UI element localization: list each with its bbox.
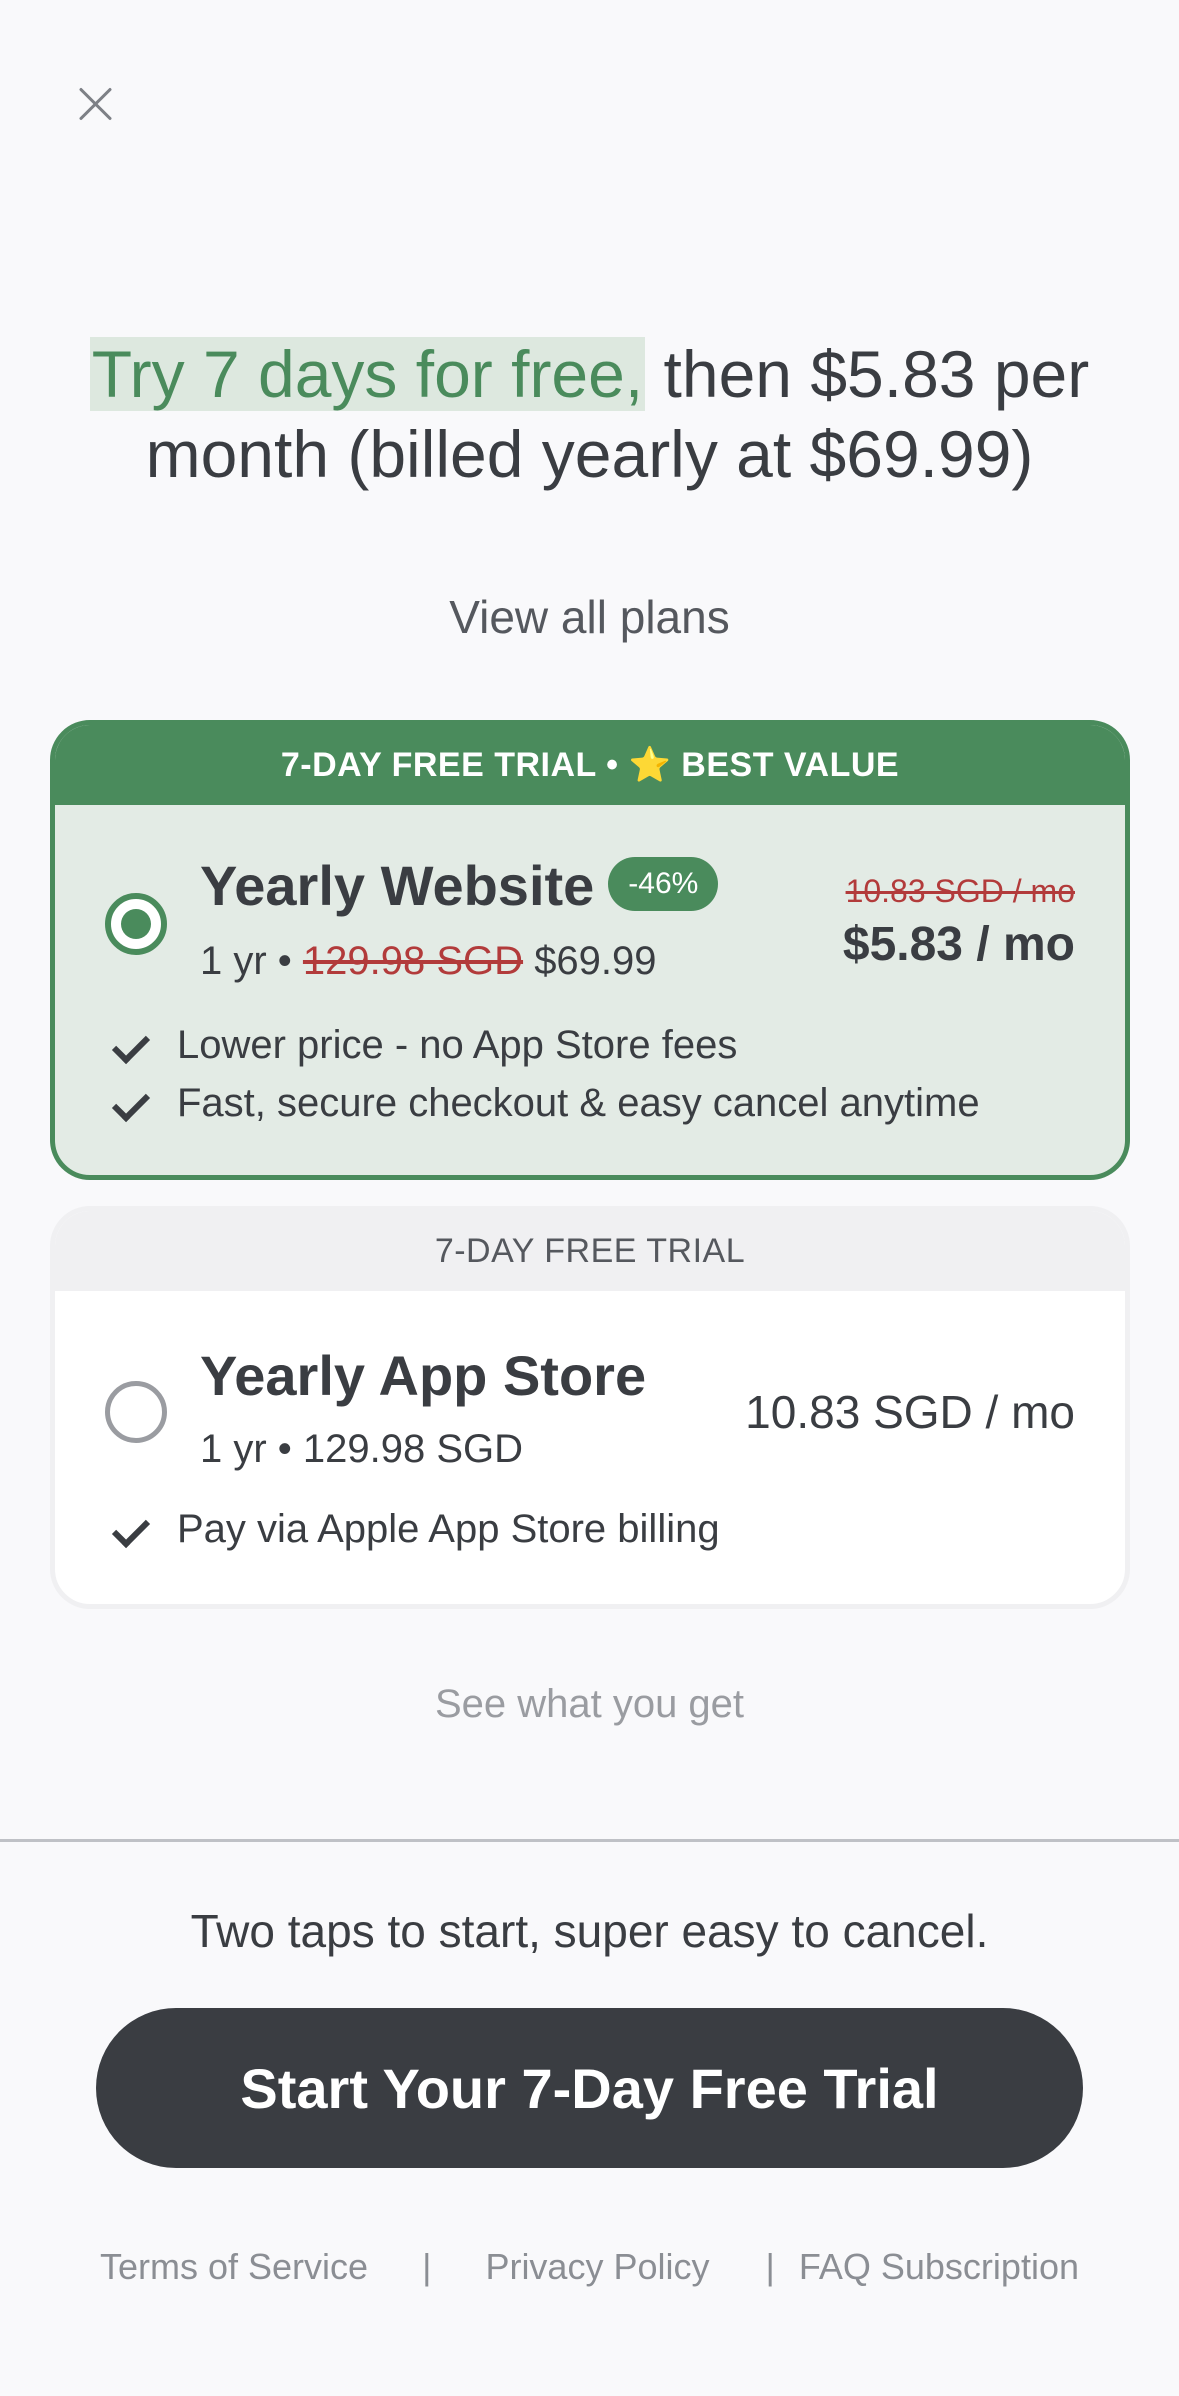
plan-card-yearly-website[interactable]: 7-DAY FREE TRIAL • ⭐ BEST VALUE Yearly W… (50, 720, 1130, 1180)
new-total-price: $69.99 (534, 939, 657, 983)
monthly-price: 10.83 SGD / mo (745, 1386, 1075, 1438)
plan-title: Yearly Website -46% (200, 853, 719, 918)
footer-links: Terms of Service | Privacy Policy | FAQ … (0, 2246, 1179, 2288)
feature-item: Lower price - no App Store fees (109, 1023, 737, 1068)
check-icon (109, 1026, 149, 1066)
feature-item: Fast, secure checkout & easy cancel anyt… (109, 1081, 980, 1126)
see-what-you-get-link[interactable]: See what you get (0, 1682, 1179, 1727)
plan-subtitle: 1 yr • 129.98 SGD $69.99 (200, 939, 657, 984)
radio-selected[interactable] (105, 893, 167, 955)
headline-highlight: Try 7 days for free, (89, 337, 646, 411)
feature-text: Pay via Apple App Store billing (177, 1507, 720, 1551)
plan-banner: 7-DAY FREE TRIAL (55, 1211, 1125, 1291)
check-icon (109, 1510, 149, 1550)
terms-of-service-link[interactable]: Terms of Service (100, 2246, 368, 2288)
monthly-price: $5.83 / mo (842, 918, 1075, 971)
plan-subtitle: 1 yr • 129.98 SGD (200, 1427, 524, 1471)
radio-unselected[interactable] (105, 1381, 167, 1443)
divider (0, 1839, 1179, 1842)
old-monthly-price: 10.83 SGD / mo (845, 873, 1075, 909)
old-total-price: 129.98 SGD (302, 939, 524, 983)
plan-name: Yearly App Store (200, 1344, 647, 1407)
footer-separator: | (765, 2246, 775, 2287)
check-icon (109, 1084, 149, 1124)
privacy-policy-link[interactable]: Privacy Policy (485, 2246, 709, 2288)
plan-term: 1 yr • (200, 939, 292, 983)
plan-name: Yearly Website (200, 854, 595, 917)
page-title: Try 7 days for free, then $5.83 per mont… (60, 334, 1119, 494)
feature-text: Lower price - no App Store fees (177, 1023, 738, 1067)
close-icon[interactable] (72, 80, 120, 128)
start-trial-button[interactable]: Start Your 7-Day Free Trial (96, 2008, 1083, 2168)
faq-subscription-link[interactable]: FAQ Subscription (799, 2246, 1079, 2288)
plan-card-yearly-app-store[interactable]: 7-DAY FREE TRIAL Yearly App Store 1 yr •… (50, 1206, 1130, 1609)
discount-badge: -46% (608, 857, 719, 912)
footer-separator: | (422, 2246, 432, 2287)
plan-banner: 7-DAY FREE TRIAL • ⭐ BEST VALUE (55, 725, 1125, 805)
tagline: Two taps to start, super easy to cancel. (190, 1905, 989, 1957)
feature-item: Pay via Apple App Store billing (109, 1507, 720, 1552)
feature-text: Fast, secure checkout & easy cancel anyt… (177, 1081, 980, 1125)
view-all-plans-link[interactable]: View all plans (0, 590, 1179, 644)
